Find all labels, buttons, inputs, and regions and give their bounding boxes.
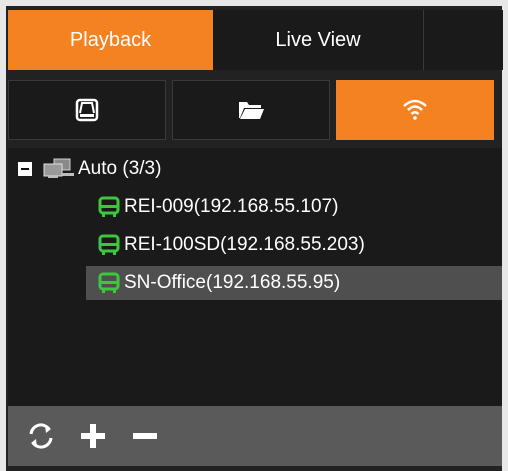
window-edge-top [0,0,508,6]
window-edge-right [502,0,508,471]
collapse-toggle[interactable] [18,162,32,176]
device-tree: Auto (3/3) REI-009(192.168.55.107) REI-1… [8,148,502,406]
folder-source-button[interactable] [172,80,330,140]
bus-icon [98,196,120,218]
refresh-button[interactable] [18,413,64,459]
tree-device-item[interactable]: REI-100SD(192.168.55.203) [86,228,502,262]
tab-live-view[interactable]: Live View [213,10,423,70]
drive-source-button[interactable] [8,80,166,140]
bus-icon [98,234,120,256]
mode-tabs: Playback Live View [8,10,503,70]
bus-icon [98,272,120,294]
add-button[interactable] [70,413,116,459]
refresh-icon [29,423,53,449]
tree-device-item-selected[interactable]: SN-Office(192.168.55.95) [86,266,502,300]
device-label: REI-100SD(192.168.55.203) [124,234,365,255]
window-edge-left [0,0,6,471]
network-source-button[interactable] [336,80,494,140]
remove-icon [133,433,157,439]
wifi-icon [403,99,427,120]
device-label: REI-009(192.168.55.107) [124,196,339,217]
tree-device-item[interactable]: REI-009(192.168.55.107) [86,190,502,224]
tab-playback[interactable]: Playback [8,10,213,70]
source-buttons [8,80,494,140]
folder-icon [239,102,264,119]
tree-root-label: Auto (3/3) [78,158,162,179]
device-label: SN-Office(192.168.55.95) [124,272,341,293]
remove-button[interactable] [122,413,168,459]
tree-action-bar [8,406,502,466]
drive-icon [75,98,99,122]
tab-empty-slot [423,10,503,70]
add-icon [81,424,105,448]
tree-root-auto[interactable]: Auto (3/3) [18,152,161,186]
playback-panel: Playback Live View Auto (3/3) REI-009(19… [0,0,508,471]
network-computers-icon [43,158,74,178]
